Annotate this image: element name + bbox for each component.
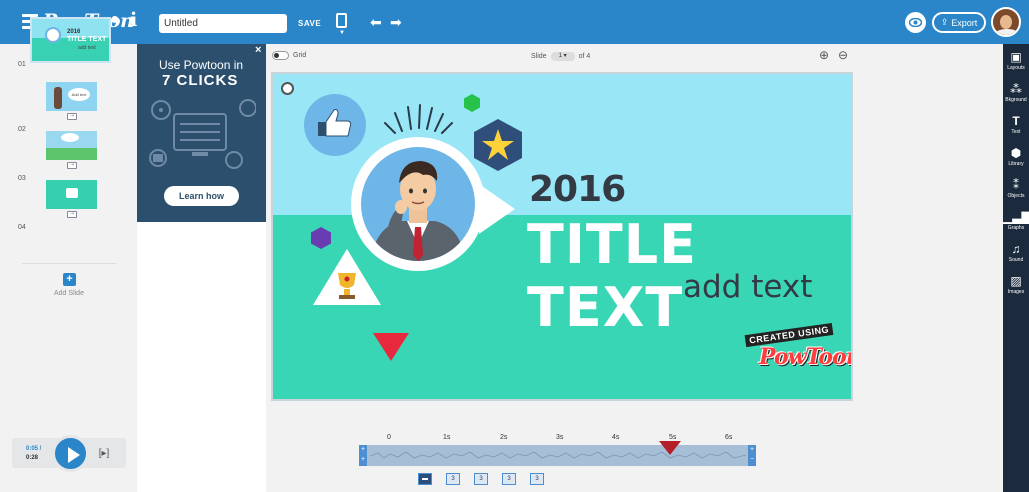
zoom-out-icon[interactable]: ⊖ [838, 48, 848, 62]
slide-count: of 4 [578, 53, 591, 60]
layouts-icon: ▣ [1010, 50, 1022, 64]
learn-how-button[interactable]: Learn how [164, 186, 239, 206]
slide-number: 01 [18, 61, 26, 68]
timeline-tick: 6s [725, 434, 733, 441]
slide-prefix: Slide [531, 53, 547, 60]
info-icon[interactable]: i [130, 9, 137, 31]
sidebar-item-library[interactable]: ⬢ Library [1003, 146, 1029, 167]
sidebar-item-layouts[interactable]: ▣ Layouts [1003, 50, 1029, 71]
slide-thumbnail-3[interactable] [46, 131, 97, 160]
slide-subtitle-text[interactable]: add text [683, 269, 812, 305]
timeline-add-start-button[interactable]: + + [359, 445, 367, 466]
grid-toggle[interactable] [272, 51, 289, 60]
watermark-logo: PowToon [759, 344, 853, 370]
promo-headline-bold: 7 CLICKS [162, 72, 239, 89]
add-slide-label[interactable]: Add Slide [54, 290, 84, 297]
timeline-segment[interactable]: 3 [530, 473, 544, 485]
record-icon[interactable] [281, 82, 294, 95]
grid-label: Grid [293, 52, 307, 59]
save-button[interactable]: SAVE [298, 19, 321, 28]
speech-bubble-tail [479, 184, 515, 234]
presentation-title-input[interactable] [159, 14, 287, 33]
total-time: 0:28 [26, 455, 39, 461]
slide-thumbnail-4[interactable] [46, 180, 97, 209]
chevron-down-icon[interactable]: ▼ [339, 30, 345, 36]
timeline-tick: 3s [556, 434, 564, 441]
export-icon: ⇪ [940, 17, 949, 27]
star-hexagon-icon [474, 119, 522, 171]
sidebar-item-images[interactable]: ▨ Images [1003, 274, 1029, 295]
timeline-tick: 5s [669, 434, 677, 441]
thumbs-up-badge-icon[interactable] [304, 94, 366, 156]
transition-icon[interactable]: ⇢ [67, 113, 77, 120]
preview-eye-icon[interactable] [905, 12, 926, 33]
tools-sidebar: ▣ Layouts ⁂ Bkground T Text ⬢ Library ⁑ … [1003, 44, 1029, 492]
timeline-playhead[interactable] [659, 441, 681, 455]
character-portrait[interactable] [361, 147, 475, 261]
slide-navigator: Slide 1 ▾ of 4 [531, 52, 590, 61]
add-slide-button[interactable]: + [63, 273, 76, 286]
zoom-in-icon[interactable]: ⊕ [819, 48, 829, 62]
timeline-tick: 4s [612, 434, 620, 441]
undo-icon[interactable]: ⬅ [370, 14, 382, 31]
objects-icon: ⁑ [1013, 178, 1019, 192]
thumb-bubble-text: Add text [68, 88, 90, 101]
slide-number: 02 [18, 126, 26, 133]
transition-icon[interactable]: ⇢ [67, 211, 77, 218]
tips-bulb-icon[interactable]: ● [110, 11, 120, 29]
slide-number: 04 [18, 224, 26, 231]
burst-lines-icon [384, 104, 453, 134]
timeline-segment[interactable]: 3 [474, 473, 488, 485]
document-icon[interactable] [336, 13, 347, 28]
green-hexagon-icon [464, 94, 480, 112]
slide-select[interactable]: 1 ▾ [550, 52, 575, 61]
text-icon: T [1012, 114, 1020, 128]
slide-thumbnail-2[interactable]: Add text [46, 82, 97, 111]
timeline-segment[interactable]: 3 [446, 473, 460, 485]
export-button[interactable]: ⇪ Export [932, 12, 986, 33]
slide-number: 03 [18, 175, 26, 182]
sidebar-item-text[interactable]: T Text [1003, 114, 1029, 135]
slide-year-text[interactable]: 2016 [529, 169, 626, 210]
slide-stage[interactable]: 2016 TITLE TEXT add text CREATED USING P… [271, 72, 853, 401]
graphs-icon: ▁▃▇ [1003, 210, 1029, 224]
monitor-illustration-icon [149, 99, 256, 169]
redo-icon[interactable]: ➡ [390, 14, 402, 31]
sidebar-item-objects[interactable]: ⁑ Objects [1003, 178, 1029, 199]
play-button[interactable] [52, 435, 89, 472]
timeline-tick: 2s [500, 434, 508, 441]
close-icon[interactable]: × [255, 44, 261, 56]
red-triangle-icon [373, 333, 409, 361]
sidebar-item-background[interactable]: ⁂ Bkground [1003, 82, 1029, 103]
sidebar-item-sound[interactable]: ♫ Sound [1003, 242, 1029, 263]
divider [22, 263, 116, 264]
sound-icon: ♫ [1011, 242, 1021, 256]
step-forward-button[interactable]: [▸] [95, 446, 113, 461]
slides-panel: movie [0, 44, 137, 492]
current-time: 0:05 / [26, 446, 42, 452]
library-icon: ⬢ [1010, 146, 1022, 160]
top-toolbar: PowToon ● i SAVE ▼ ⬅ ➡ ⇪ Export [0, 0, 1029, 44]
timeline-segment[interactable] [418, 473, 432, 485]
timeline-tick: 0 [387, 434, 391, 441]
background-icon: ⁂ [1010, 82, 1022, 96]
user-avatar[interactable] [991, 7, 1021, 37]
timeline-segment[interactable]: 3 [502, 473, 516, 485]
sidebar-item-graphs[interactable]: ▁▃▇ Graphs [1003, 210, 1029, 231]
transition-icon[interactable]: ⇢ [67, 162, 77, 169]
images-icon: ▨ [1010, 274, 1022, 288]
export-label: Export [951, 17, 978, 28]
promo-headline: Use Powtoon in [159, 58, 244, 72]
trophy-triangle-icon [313, 249, 381, 305]
timeline-tick: 1s [443, 434, 451, 441]
timeline-add-end-button[interactable]: + − [748, 445, 756, 466]
timeline-waveform [370, 451, 746, 459]
slide-thumbnail-1[interactable]: 2016 TITLE TEXT add text [30, 17, 111, 63]
